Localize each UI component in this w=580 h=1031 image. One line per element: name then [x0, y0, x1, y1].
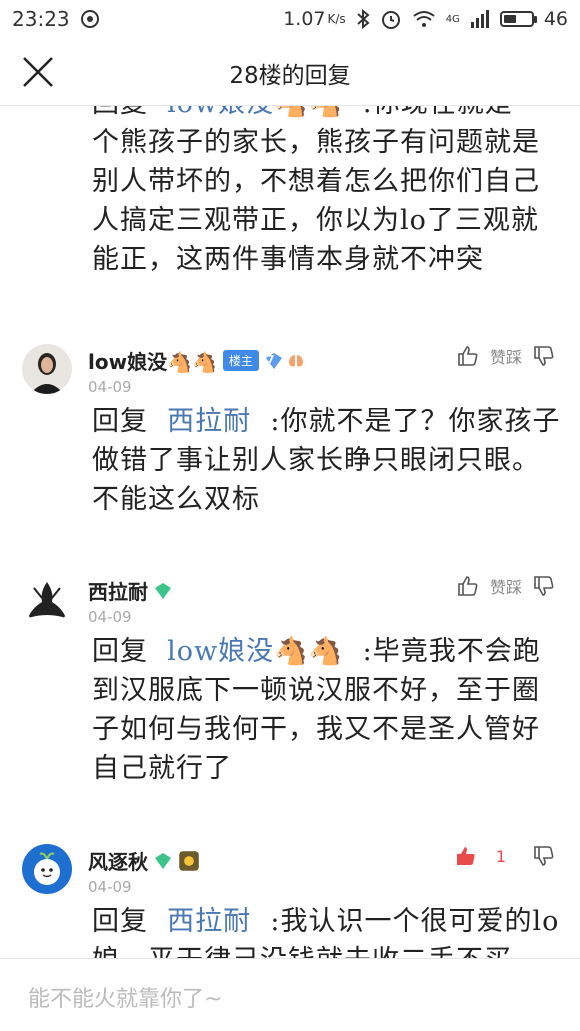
thumbs-up-icon[interactable] [456, 574, 480, 598]
reply-text: 回复 low娘没🐴🐴 :毕竟我不会跑到汉服底下一顿说汉服不好，至于圈子如何与我何… [92, 636, 541, 784]
battery-level: 46 [543, 8, 568, 30]
alarm-icon [381, 11, 400, 29]
mention-link[interactable]: low娘没🐴🐴 [167, 636, 343, 667]
wifi-icon [413, 11, 435, 27]
status-time: 23:23 [12, 7, 70, 31]
owner-badge: 楼主 [222, 350, 259, 371]
vote-actions: 赞踩 [456, 574, 556, 598]
reply-list[interactable]: 回复 low娘没🐴🐴 :你现在就是一个熊孩子的家长，熊孩子有问题就是别人带坏的，… [0, 106, 580, 958]
title-bar: 28楼的回复 [0, 38, 580, 106]
level-gem-icon [155, 582, 171, 599]
network-speed: 1.07 [283, 8, 326, 30]
comment-date: 04-09 [88, 378, 132, 396]
vote-actions: 赞踩 [456, 344, 556, 368]
like-label: 赞踩 [489, 578, 522, 597]
app-notification-icon [80, 10, 99, 28]
network-speed-unit: K/s [327, 12, 346, 26]
username[interactable]: 西拉耐 [88, 576, 172, 605]
bluetooth-icon [357, 9, 370, 29]
thumbs-up-icon[interactable] [456, 344, 480, 368]
thumbs-down-icon[interactable] [532, 844, 556, 868]
status-bar: 23:23 1.07 K/s 4G 46 [0, 0, 580, 38]
mention-link[interactable]: low娘没🐴🐴 [167, 106, 343, 119]
page-title: 28楼的回复 [229, 63, 351, 89]
avatar[interactable] [22, 574, 72, 624]
reply-text: 回复 西拉耐 :你就不是了？你家孩子做错了事让别人家长睁只眼闭只眼。不能这么双标 [92, 406, 561, 515]
username[interactable]: low娘没🐴🐴 楼主 7 [88, 346, 305, 375]
reply-input[interactable]: 能不能火就靠你了~ [28, 981, 222, 1013]
reply-text: 回复 low娘没🐴🐴 :你现在就是一个熊孩子的家长，熊孩子有问题就是别人带坏的，… [92, 106, 562, 279]
sun-badge-icon [179, 850, 199, 871]
thumbs-down-icon[interactable] [532, 344, 556, 368]
reply-text: 回复 西拉耐 :我认识一个很可爱的lo娘，平干律己没钱就去收二手不买 [92, 906, 560, 958]
vote-actions: 1 [454, 844, 556, 868]
like-label: 赞踩 [489, 348, 522, 367]
mention-link[interactable]: 西拉耐 [167, 906, 251, 937]
level-gem-icon [155, 852, 171, 869]
level-number: 7 [266, 353, 275, 366]
signal-icon [470, 10, 489, 28]
lungs-icon [288, 354, 303, 366]
avatar[interactable] [22, 344, 72, 394]
like-count: 1 [495, 846, 506, 866]
comment-date: 04-09 [88, 608, 132, 626]
thumbs-up-filled-icon[interactable] [454, 844, 478, 868]
reply-input-bar[interactable]: 能不能火就靠你了~ [0, 958, 580, 1031]
username[interactable]: 风逐秋 [88, 846, 200, 875]
comment-date: 04-09 [88, 878, 132, 896]
battery-icon [499, 11, 537, 27]
avatar[interactable] [22, 844, 72, 894]
network-type: 4G [445, 13, 460, 25]
thumbs-down-icon[interactable] [532, 574, 556, 598]
mention-link[interactable]: 西拉耐 [167, 406, 251, 437]
